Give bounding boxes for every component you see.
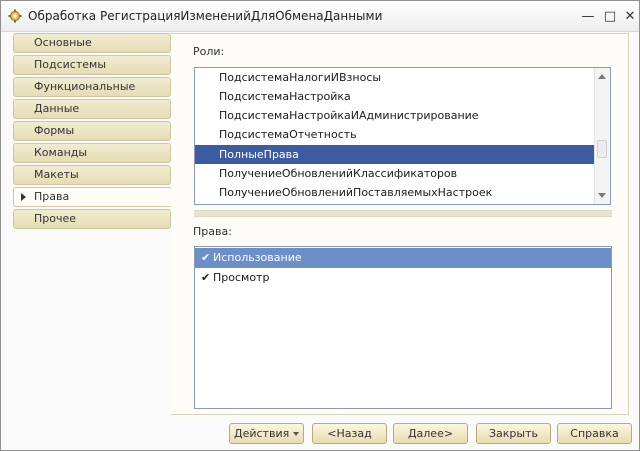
rights-label: Права: xyxy=(193,225,232,238)
back-button[interactable]: <Назад xyxy=(312,423,387,444)
nav-item-label: Команды xyxy=(34,146,88,159)
role-row[interactable]: ПодсистемаНалогиИВзносы xyxy=(195,68,610,87)
chevron-down-icon xyxy=(293,432,299,436)
nav-item-label: Права xyxy=(34,190,70,203)
help-button[interactable]: Справка xyxy=(557,423,632,444)
scroll-thumb[interactable] xyxy=(597,140,607,158)
title-bar: Обработка РегистрацияИзмененийДляОбменаД… xyxy=(1,1,639,32)
app-gear-icon xyxy=(8,9,22,23)
right-label: Просмотр xyxy=(213,271,270,284)
minimize-icon[interactable]: — xyxy=(580,8,596,24)
checkmark-icon[interactable]: ✔ xyxy=(201,268,210,288)
maximize-icon[interactable]: □ xyxy=(602,8,618,24)
scroll-up-icon[interactable] xyxy=(598,74,606,79)
nav-item-funktsionalnye-optsii[interactable]: Функциональные опции xyxy=(13,77,171,111)
panel-splitter[interactable] xyxy=(194,210,612,217)
right-label: Использование xyxy=(213,251,302,264)
roles-list[interactable]: ПодсистемаНалогиИВзносы ПодсистемаНастро… xyxy=(194,67,611,205)
role-row[interactable]: ПодсистемаНастройка xyxy=(195,87,610,106)
scroll-down-icon[interactable] xyxy=(598,193,606,198)
roles-scrollbar[interactable] xyxy=(594,68,610,204)
nav-item-podsistemy[interactable]: Подсистемы xyxy=(13,55,171,75)
nav-item-osnovnye[interactable]: Основные xyxy=(13,33,171,53)
nav-item-prava[interactable]: Права xyxy=(13,187,172,207)
nav-item-formy[interactable]: Формы xyxy=(13,121,171,141)
active-arrow-icon xyxy=(21,193,26,201)
sidebar-nav: Основные Подсистемы Функциональные опции… xyxy=(13,33,172,231)
role-row[interactable]: ПодсистемаОтчетность xyxy=(195,125,610,144)
nav-item-label: Макеты xyxy=(34,168,79,181)
nav-item-label: Данные xyxy=(34,102,80,115)
close-icon[interactable]: ✕ xyxy=(622,8,638,24)
nav-item-label: Основные xyxy=(34,36,92,49)
right-row-selected[interactable]: ✔ Использование xyxy=(195,248,611,268)
window-title: Обработка РегистрацияИзмененийДляОбменаД… xyxy=(28,9,383,23)
nav-item-label: Подсистемы xyxy=(34,58,107,71)
role-row[interactable]: ПолучениеОбновленийКлассификаторов xyxy=(195,164,610,183)
close-button[interactable]: Закрыть xyxy=(476,423,551,444)
nav-item-komandy[interactable]: Команды xyxy=(13,143,171,163)
nav-item-label: Прочее xyxy=(34,212,77,225)
processing-window: Обработка РегистрацияИзмененийДляОбменаД… xyxy=(0,0,640,451)
role-row[interactable]: ПолучениеОбновленийПоставляемыхНастроек xyxy=(195,183,610,202)
nav-item-makety[interactable]: Макеты xyxy=(13,165,171,185)
actions-menu-button[interactable]: Действия xyxy=(229,423,304,444)
roles-label: Роли: xyxy=(193,45,225,58)
role-row[interactable]: ПодсистемаНастройкаИАдминистрирование xyxy=(195,106,610,125)
nav-item-label: Формы xyxy=(34,124,75,137)
rights-list[interactable]: ✔ Использование ✔ Просмотр xyxy=(194,246,612,409)
right-row[interactable]: ✔ Просмотр xyxy=(195,268,611,288)
actions-button-label: Действия xyxy=(234,427,290,440)
checkmark-icon[interactable]: ✔ xyxy=(201,248,210,268)
next-button[interactable]: Далее> xyxy=(393,423,468,444)
nav-item-dannye[interactable]: Данные xyxy=(13,99,171,119)
nav-item-prochee[interactable]: Прочее xyxy=(13,209,171,229)
role-row-selected[interactable]: ПолныеПрава xyxy=(195,145,610,164)
